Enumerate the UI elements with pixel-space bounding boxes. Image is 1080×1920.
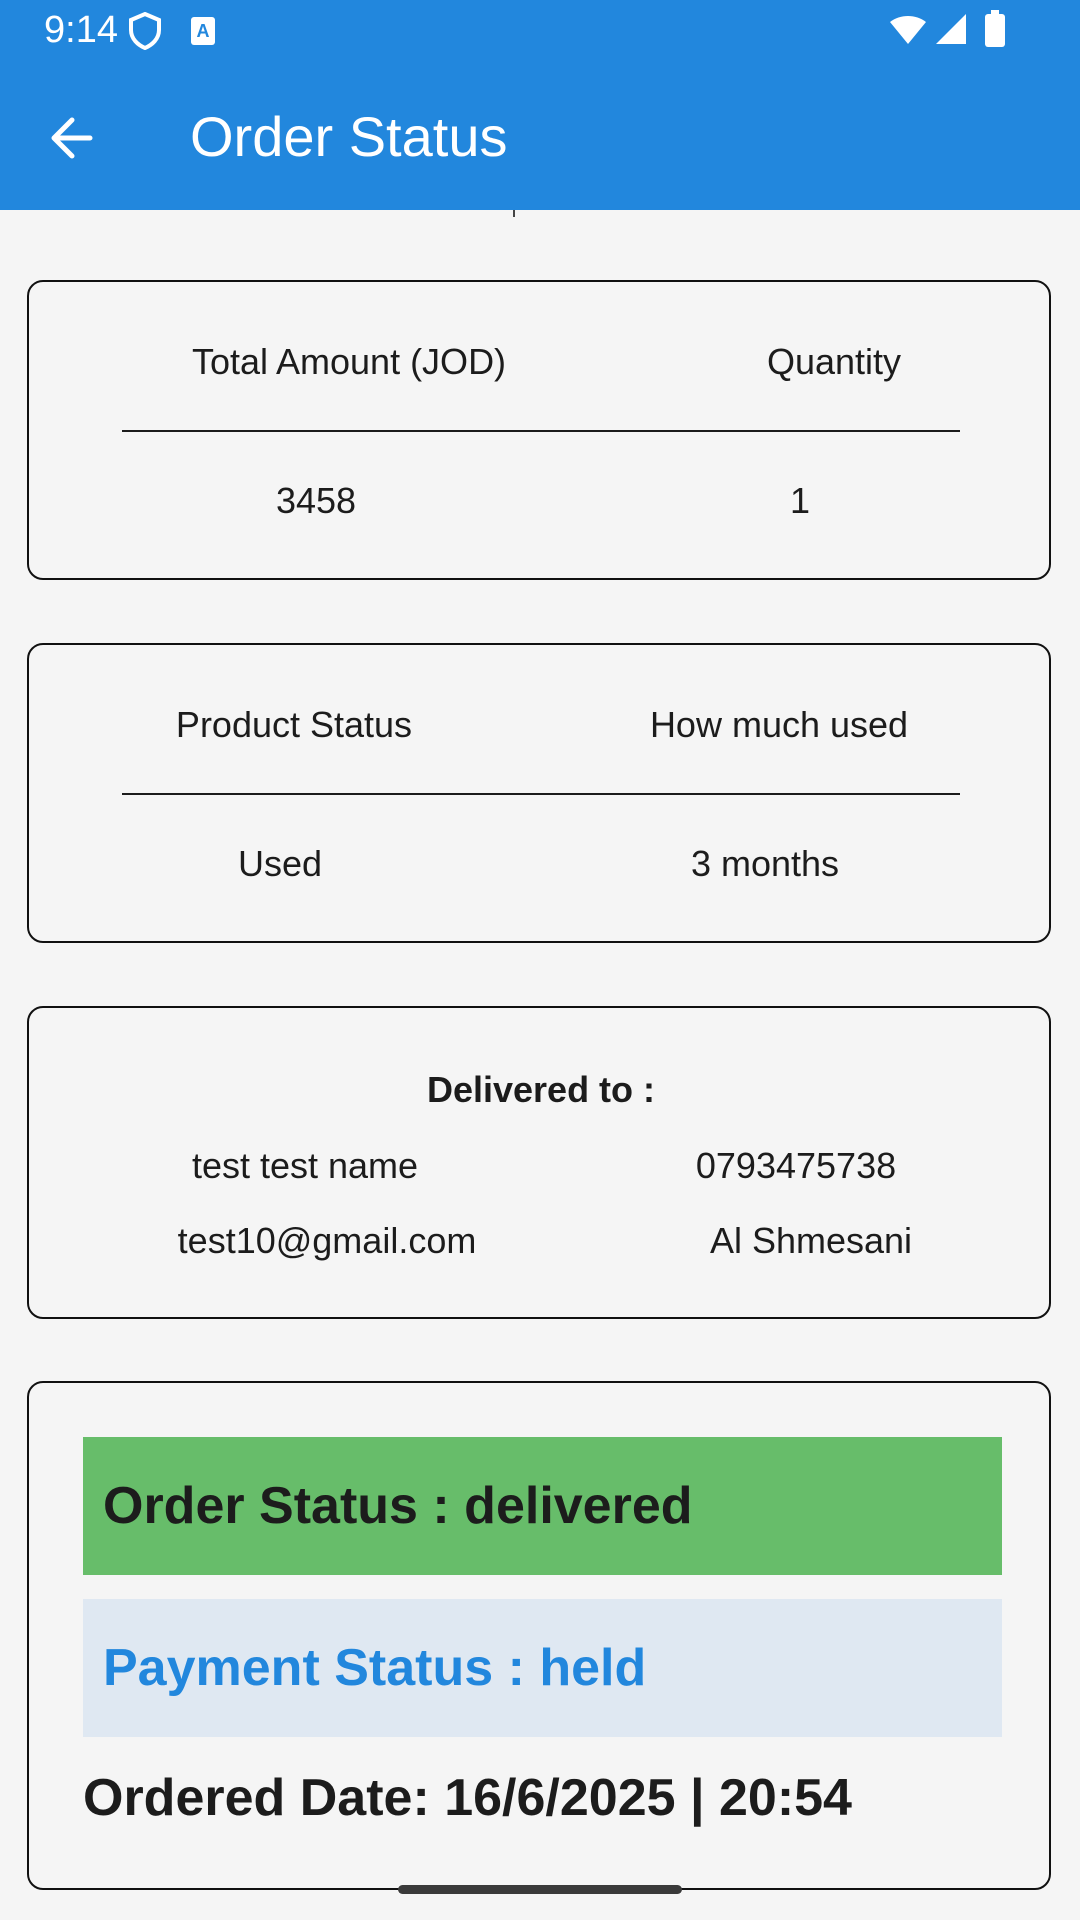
- back-button[interactable]: [36, 102, 108, 174]
- total-amount-header: Total Amount (JOD): [191, 341, 507, 382]
- table-divider: [122, 793, 960, 795]
- status-time: 9:14: [44, 9, 118, 51]
- delivered-to-heading: Delivered to :: [426, 1069, 656, 1110]
- home-indicator[interactable]: [398, 1885, 682, 1894]
- battery-icon: [984, 10, 1006, 53]
- quantity-value: 1: [789, 480, 811, 521]
- product-status-value: Used: [237, 843, 323, 884]
- order-status-label: Order Status : delivered: [103, 1477, 693, 1535]
- shield-icon: [128, 11, 162, 55]
- recipient-phone: 0793475738: [695, 1145, 897, 1186]
- recipient-area: Al Shmesani: [709, 1220, 913, 1261]
- page-title: Order Status: [190, 105, 508, 168]
- product-card: Product Status How much used Used 3 mont…: [27, 643, 1051, 943]
- how-much-used-header: How much used: [649, 704, 909, 745]
- amount-card: Total Amount (JOD) Quantity 3458 1: [27, 280, 1051, 580]
- payment-status-label: Payment Status : held: [103, 1639, 647, 1697]
- ordered-date: Ordered Date: 16/6/2025 | 20:54: [83, 1769, 852, 1827]
- recipient-name: test test name: [191, 1145, 419, 1186]
- recipient-email: test10@gmail.com: [177, 1220, 477, 1261]
- delivery-card: Delivered to : test test name 0793475738…: [27, 1006, 1051, 1319]
- order-status-box: Order Status : delivered: [83, 1437, 1002, 1575]
- product-status-header: Product Status: [175, 704, 413, 745]
- wifi-icon: [888, 14, 928, 51]
- scroll-edge-marker: [513, 210, 515, 217]
- app-bar: Order Status: [0, 62, 1080, 210]
- total-amount-value: 3458: [275, 480, 357, 521]
- status-card: Order Status : delivered Payment Status …: [27, 1381, 1051, 1890]
- table-divider: [122, 430, 960, 432]
- how-much-used-value: 3 months: [690, 843, 840, 884]
- status-bar: 9:14 A: [0, 0, 1080, 62]
- arrow-back-icon: [51, 117, 93, 159]
- signal-icon: [934, 12, 968, 51]
- quantity-header: Quantity: [766, 341, 902, 382]
- text-a-icon: A: [190, 16, 216, 51]
- payment-status-box: Payment Status : held: [83, 1599, 1002, 1737]
- svg-text:A: A: [197, 21, 210, 41]
